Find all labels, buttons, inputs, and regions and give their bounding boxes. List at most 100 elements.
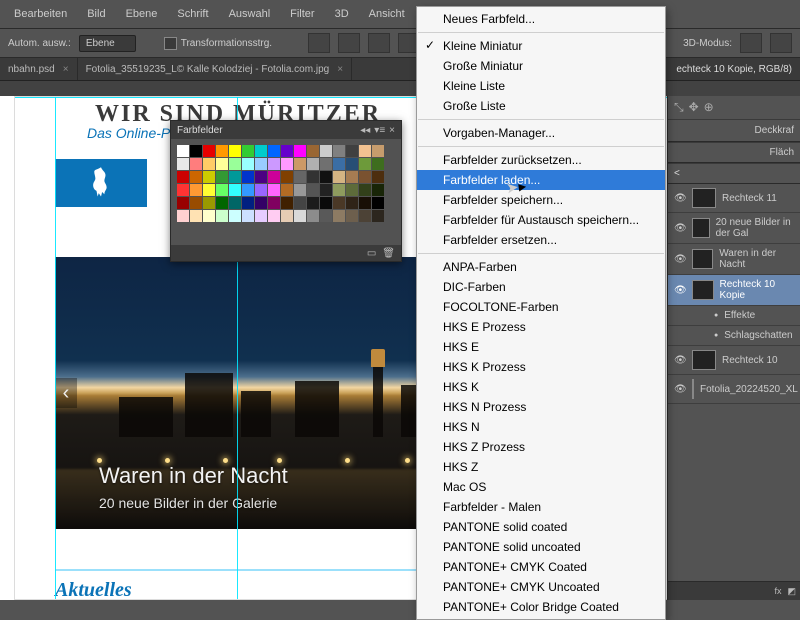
swatch[interactable] [190, 145, 202, 157]
menu-item[interactable]: FOCOLTONE-Farben [417, 297, 665, 317]
swatch[interactable] [346, 210, 358, 222]
menu-item[interactable]: HKS K Prozess [417, 357, 665, 377]
swatch[interactable] [242, 197, 254, 209]
swatch[interactable] [203, 210, 215, 222]
menu-item[interactable]: Kleine Liste [417, 76, 665, 96]
swatch[interactable] [359, 158, 371, 170]
prev-arrow-icon[interactable]: ‹ [55, 378, 77, 408]
close-icon[interactable]: × [337, 64, 343, 75]
3d-mode-icon[interactable] [770, 33, 792, 53]
swatch[interactable] [294, 210, 306, 222]
swatch[interactable] [242, 171, 254, 183]
swatch[interactable] [229, 158, 241, 170]
swatch[interactable] [333, 210, 345, 222]
menu-item[interactable]: Schrift [167, 0, 218, 28]
swatch[interactable] [190, 197, 202, 209]
menu-item[interactable]: Große Miniatur [417, 56, 665, 76]
menu-item[interactable]: Ebene [116, 0, 168, 28]
swatch[interactable] [177, 171, 189, 183]
swatch[interactable] [203, 171, 215, 183]
swatch[interactable] [333, 158, 345, 170]
swatch[interactable] [177, 158, 189, 170]
menu-item[interactable]: Bearbeiten [4, 0, 77, 28]
swatch[interactable] [177, 210, 189, 222]
layer-row[interactable]: 👁20 neue Bilder in der Gal [668, 213, 800, 244]
layer-row[interactable]: 👁Waren in der Nacht [668, 244, 800, 275]
swatch[interactable] [281, 171, 293, 183]
swatch[interactable] [281, 210, 293, 222]
swatch[interactable] [203, 197, 215, 209]
swatch[interactable] [281, 158, 293, 170]
swatch[interactable] [177, 184, 189, 196]
swatch[interactable] [216, 171, 228, 183]
menu-item[interactable]: Ansicht [359, 0, 415, 28]
swatch[interactable] [268, 145, 280, 157]
swatch[interactable] [333, 184, 345, 196]
menu-item[interactable]: Mac OS [417, 477, 665, 497]
swatch[interactable] [372, 184, 384, 196]
swatch[interactable] [294, 145, 306, 157]
swatch[interactable] [372, 171, 384, 183]
swatch[interactable] [307, 158, 319, 170]
menu-item[interactable]: PANTONE+ Color Bridge Coated [417, 597, 665, 617]
menu-item[interactable]: HKS N Prozess [417, 397, 665, 417]
swatch[interactable] [216, 210, 228, 222]
swatch[interactable] [346, 158, 358, 170]
swatch[interactable] [372, 158, 384, 170]
menu-item[interactable]: PANTONE solid coated [417, 517, 665, 537]
swatch[interactable] [346, 197, 358, 209]
swatch[interactable] [268, 184, 280, 196]
align-icon[interactable] [368, 33, 390, 53]
menu-item[interactable]: HKS E Prozess [417, 317, 665, 337]
swatch[interactable] [359, 184, 371, 196]
menu-item[interactable]: ANPA-Farben [417, 257, 665, 277]
layer-row[interactable]: ●Effekte [668, 306, 800, 326]
close-icon[interactable]: × [389, 125, 395, 136]
swatch[interactable] [320, 184, 332, 196]
swatch[interactable] [346, 145, 358, 157]
swatch[interactable] [307, 184, 319, 196]
layer-row[interactable]: 👁Rechteck 10 Kopie [668, 275, 800, 306]
swatch[interactable] [242, 158, 254, 170]
swatch[interactable] [242, 145, 254, 157]
swatch[interactable] [281, 197, 293, 209]
swatches-tab-label[interactable]: Farbfelder [177, 125, 223, 136]
swatch[interactable] [268, 197, 280, 209]
swatch[interactable] [203, 184, 215, 196]
menu-item[interactable]: HKS Z [417, 457, 665, 477]
3d-mode-icon[interactable] [740, 33, 762, 53]
document-tab[interactable]: nbahn.psd× [0, 58, 78, 80]
swatch[interactable] [320, 145, 332, 157]
cursor-icon[interactable]: ⤡ [674, 100, 684, 115]
menu-item[interactable]: Farbfelder ersetzen... [417, 230, 665, 250]
menu-item[interactable]: Bild [77, 0, 115, 28]
mask-icon[interactable]: ◩ [787, 586, 796, 597]
swatch[interactable] [216, 184, 228, 196]
path-back[interactable]: < [668, 163, 800, 184]
swatch[interactable] [190, 158, 202, 170]
swatch[interactable] [320, 210, 332, 222]
menu-item[interactable]: DIC-Farben [417, 277, 665, 297]
swatch[interactable] [333, 171, 345, 183]
swatch[interactable] [242, 210, 254, 222]
swatches-panel[interactable]: Farbfelder ◂◂ ▾≡ × ▭ 🗑 [170, 120, 402, 262]
new-swatch-icon[interactable]: ▭ [367, 248, 376, 259]
menu-item[interactable]: 3D [325, 0, 359, 28]
document-tab[interactable]: Fotolia_35519235_L© Kalle Kolodziej - Fo… [78, 58, 352, 80]
swatch[interactable] [333, 197, 345, 209]
swatch[interactable] [372, 145, 384, 157]
swatch[interactable] [372, 210, 384, 222]
swatch[interactable] [177, 197, 189, 209]
swatch[interactable] [255, 158, 267, 170]
auto-select-dropdown[interactable]: Ebene [79, 35, 136, 52]
visibility-icon[interactable]: 👁 [674, 355, 686, 366]
visibility-icon[interactable]: 👁 [674, 223, 686, 234]
swatch[interactable] [255, 171, 267, 183]
swatch[interactable] [268, 210, 280, 222]
swatch[interactable] [359, 197, 371, 209]
swatch[interactable] [372, 197, 384, 209]
menu-item[interactable]: HKS K [417, 377, 665, 397]
swatch[interactable] [229, 197, 241, 209]
swatch[interactable] [190, 210, 202, 222]
swatches-grid[interactable] [171, 139, 401, 228]
